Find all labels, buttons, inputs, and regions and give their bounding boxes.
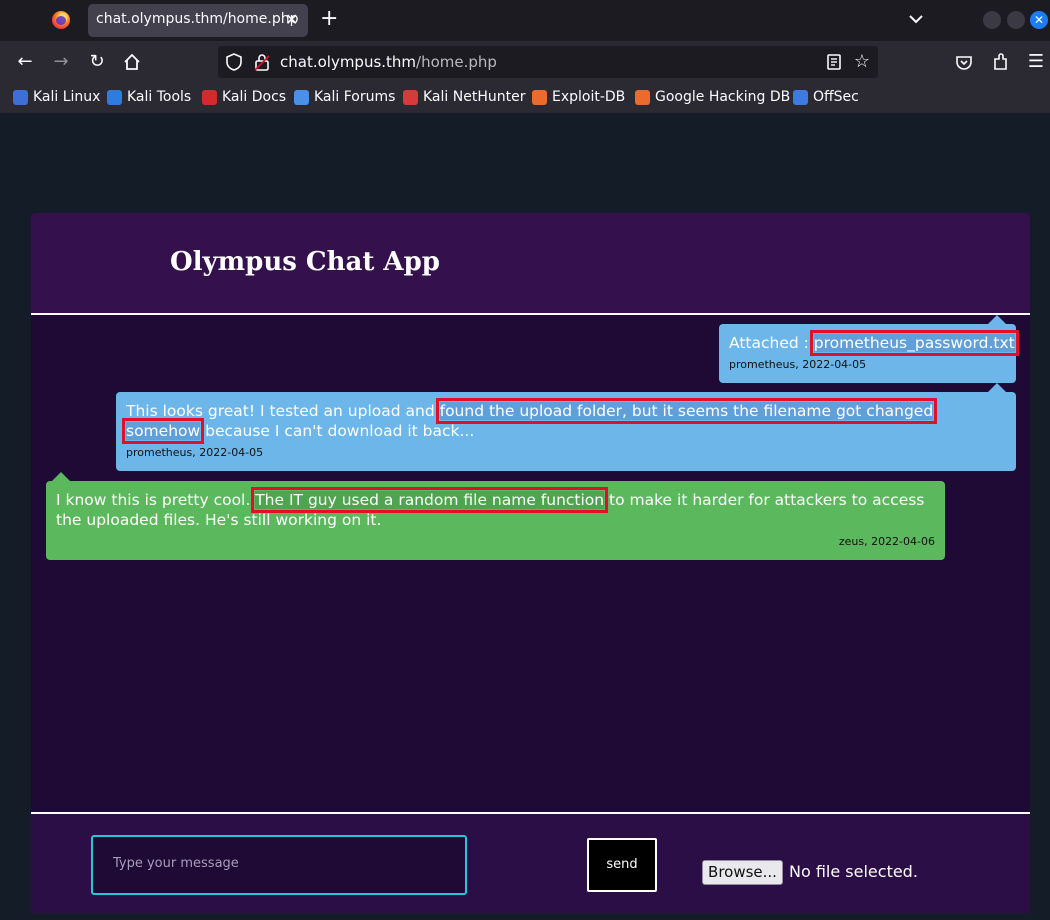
bookmark-kali-nethunter[interactable]: Kali NetHunter: [403, 89, 525, 107]
message-suffix: because I can't download it back...: [200, 422, 475, 440]
bubble-tail: [52, 472, 70, 481]
bookmark-exploit-db[interactable]: Exploit-DB: [532, 89, 625, 107]
url-text: chat.olympus.thm/home.php: [280, 53, 497, 71]
bookmark-label: Kali Tools: [127, 89, 192, 105]
tab-bar: chat.olympus.thm/home.php ✕ + ✕: [0, 0, 1050, 41]
pocket-icon[interactable]: [953, 51, 975, 73]
file-status: No file selected.: [789, 862, 918, 881]
chat-app: Olympus Chat App Attached : prometheus_p…: [31, 213, 1030, 913]
message-text: Attached : prometheus_password.txt: [729, 330, 1019, 356]
close-window-button[interactable]: ✕: [1030, 11, 1048, 29]
chat-message: I know this is pretty cool. The IT guy u…: [46, 472, 945, 560]
kali-forums-icon: [294, 90, 309, 105]
bookmark-google-hacking-db[interactable]: Google Hacking DB: [635, 89, 790, 107]
app-header: Olympus Chat App: [31, 213, 1030, 313]
message-input[interactable]: Type your message: [91, 835, 467, 895]
url-host: chat.olympus.thm: [280, 53, 417, 71]
forward-arrow-icon[interactable]: →: [50, 51, 72, 73]
kali-docs-icon: [202, 90, 217, 105]
page-title: Olympus Chat App: [170, 247, 440, 277]
bookmark-kali-docs[interactable]: Kali Docs: [202, 89, 286, 107]
chevron-down-icon[interactable]: [907, 10, 925, 28]
minimize-button[interactable]: [983, 11, 1001, 29]
shield-icon[interactable]: [223, 51, 245, 73]
kali-dragon-icon: [13, 90, 28, 105]
url-path: /home.php: [416, 53, 497, 71]
navigation-bar: ← → ↻ chat.olympus.thm/home.php ☆ ☰: [0, 41, 1050, 83]
google-hacking-db-icon: [635, 90, 650, 105]
home-icon[interactable]: [121, 51, 143, 73]
chat-message: Attached : prometheus_password.txt prome…: [719, 315, 1019, 383]
bookmark-label: OffSec: [813, 89, 859, 105]
highlighted-text: The IT guy used a random file name funct…: [251, 487, 609, 513]
send-button[interactable]: send: [587, 838, 657, 892]
reader-view-icon[interactable]: [823, 51, 845, 73]
bookmarks-toolbar: Kali Linux Kali Tools Kali Docs Kali For…: [0, 83, 1050, 113]
tab-title: chat.olympus.thm/home.php: [96, 11, 299, 27]
kali-nethunter-icon: [403, 90, 418, 105]
bookmark-kali-linux[interactable]: Kali Linux: [13, 89, 100, 107]
message-meta: prometheus, 2022-04-05: [126, 446, 264, 459]
menu-icon[interactable]: ☰: [1025, 51, 1047, 73]
divider: [31, 313, 1030, 315]
new-tab-icon[interactable]: +: [320, 6, 338, 32]
message-prefix: This looks great! I tested an upload and: [126, 402, 440, 420]
bubble-tail: [988, 383, 1006, 392]
kali-tools-icon: [107, 90, 122, 105]
bookmark-label: Google Hacking DB: [655, 89, 791, 105]
reload-icon[interactable]: ↻: [86, 51, 108, 73]
back-arrow-icon[interactable]: ←: [14, 51, 36, 73]
message-input-placeholder: Type your message: [113, 856, 239, 871]
bookmark-offsec[interactable]: OffSec: [793, 89, 859, 107]
address-bar[interactable]: chat.olympus.thm/home.php ☆: [218, 46, 878, 78]
bookmark-label: Kali Linux: [33, 89, 101, 105]
highlighted-filename: prometheus_password.txt: [809, 330, 1019, 356]
close-tab-icon[interactable]: ✕: [285, 10, 298, 29]
bookmark-star-icon[interactable]: ☆: [851, 51, 873, 73]
bookmark-label: Kali Docs: [222, 89, 287, 105]
bookmark-label: Kali Forums: [314, 89, 396, 105]
message-text: This looks great! I tested an upload and…: [121, 398, 1006, 444]
maximize-button[interactable]: [1007, 11, 1025, 29]
chat-message: This looks great! I tested an upload and…: [116, 383, 1016, 471]
bubble-tail: [988, 315, 1006, 324]
bookmark-label: Kali NetHunter: [423, 89, 526, 105]
message-meta: zeus, 2022-04-06: [838, 535, 935, 548]
offsec-icon: [793, 90, 808, 105]
bookmark-kali-tools[interactable]: Kali Tools: [107, 89, 191, 107]
extensions-icon[interactable]: [989, 51, 1011, 73]
message-prefix: I know this is pretty cool.: [56, 491, 256, 509]
message-text: I know this is pretty cool. The IT guy u…: [56, 487, 936, 530]
bookmark-label: Exploit-DB: [552, 89, 626, 105]
firefox-icon[interactable]: [52, 11, 70, 29]
tab-active[interactable]: chat.olympus.thm/home.php ✕: [88, 4, 308, 37]
message-composer: Type your message send Browse... No file…: [31, 814, 1030, 913]
browse-file-button[interactable]: Browse...: [702, 860, 783, 885]
message-meta: prometheus, 2022-04-05: [729, 358, 867, 371]
message-prefix: Attached :: [729, 334, 814, 352]
bookmark-kali-forums[interactable]: Kali Forums: [294, 89, 395, 107]
exploit-db-icon: [532, 90, 547, 105]
insecure-lock-icon[interactable]: [251, 51, 273, 73]
